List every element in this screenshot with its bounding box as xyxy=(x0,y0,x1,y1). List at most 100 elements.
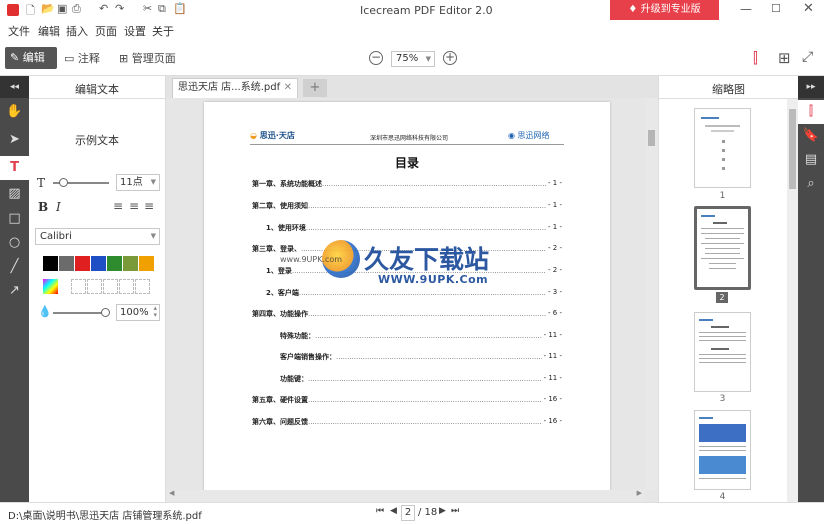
color-swatch[interactable] xyxy=(107,256,122,271)
new-file-icon[interactable]: 🗋 xyxy=(26,2,35,21)
text-tool-icon[interactable]: T xyxy=(0,156,29,180)
thumbnails-panel-icon[interactable]: ⫿ xyxy=(798,100,824,124)
color-swatch[interactable] xyxy=(59,256,74,271)
opacity-slider[interactable] xyxy=(53,308,110,317)
close-tab-icon[interactable]: ✕ xyxy=(284,79,292,97)
line-tool-icon[interactable]: ╱ xyxy=(0,255,29,279)
page-number-input[interactable]: 2 xyxy=(401,505,415,521)
opacity-stepper[interactable]: 100% ▴ ▾ xyxy=(116,304,160,321)
close-icon[interactable]: ✕ xyxy=(803,1,814,16)
slider-handle[interactable] xyxy=(101,308,110,317)
italic-button[interactable]: I xyxy=(56,200,61,214)
page-thumbnail[interactable] xyxy=(694,410,751,490)
first-page-icon[interactable]: ⏮ xyxy=(376,506,384,516)
collapse-left-icon[interactable]: ◂◂ xyxy=(0,76,29,98)
paste-icon[interactable]: 📋 xyxy=(173,2,187,15)
hand-tool-icon[interactable]: ✋ xyxy=(0,100,29,124)
toc-entry-label: 2、客户端 xyxy=(266,289,299,297)
print-icon[interactable]: ⎙ xyxy=(72,2,81,16)
prev-page-icon[interactable]: ◀ xyxy=(390,506,397,516)
bold-button[interactable]: B xyxy=(38,200,48,214)
scroll-thumb[interactable] xyxy=(789,109,796,189)
thumbnail-scrollbar[interactable] xyxy=(787,99,798,502)
page-thumbnail-selected[interactable] xyxy=(694,206,751,290)
color-swatch[interactable] xyxy=(43,256,58,271)
thumbnail-page-number: 4 xyxy=(719,492,726,502)
menu-file[interactable]: 文件 xyxy=(8,23,30,39)
menu-edit[interactable]: 编辑 xyxy=(38,23,60,39)
edit-mode-button[interactable]: ✎ 编辑 xyxy=(5,47,57,69)
font-family-select[interactable]: Calibri ▼ xyxy=(35,228,160,245)
manage-pages-label: 管理页面 xyxy=(131,52,176,65)
toc-entry-page: - 1 - xyxy=(546,201,562,209)
single-page-view-icon[interactable]: ⫿ xyxy=(753,49,758,67)
rectangle-tool-icon[interactable]: □ xyxy=(0,207,29,231)
custom-color-slot[interactable] xyxy=(135,279,150,294)
header-company: 深圳市思迅网络科技有限公司 xyxy=(370,135,449,142)
search-icon[interactable]: ⌕ xyxy=(798,172,824,196)
color-swatch[interactable] xyxy=(75,256,90,271)
font-size-slider[interactable] xyxy=(53,178,109,187)
stepper-arrows-icon[interactable]: ▴ ▾ xyxy=(153,305,157,319)
cut-icon[interactable]: ✂ xyxy=(143,2,152,15)
select-tool-icon[interactable]: ➤ xyxy=(0,128,29,152)
arrow-tool-icon[interactable]: ↗ xyxy=(0,279,29,303)
font-size-select[interactable]: 11点 ▼ xyxy=(116,174,160,191)
page-thumbnail[interactable] xyxy=(694,108,751,188)
color-swatch[interactable] xyxy=(139,256,154,271)
maximize-icon[interactable]: ☐ xyxy=(771,2,781,15)
new-tab-button[interactable]: + xyxy=(303,79,327,97)
menu-about[interactable]: 关于 xyxy=(152,23,174,39)
slider-handle[interactable] xyxy=(59,178,68,187)
horizontal-scrollbar[interactable]: ◀ ▶ xyxy=(166,489,645,502)
current-page-value: 2 xyxy=(404,507,412,518)
custom-color-slot[interactable] xyxy=(103,279,118,294)
open-folder-icon[interactable]: 📂 xyxy=(41,2,55,15)
manage-pages-button[interactable]: ⊞ 管理页面 xyxy=(119,50,176,66)
page-thumbnail[interactable] xyxy=(694,312,751,392)
multi-page-view-icon[interactable]: ⊞ xyxy=(778,49,791,67)
toc-entry: 客户端销售操作：................................… xyxy=(252,352,562,362)
align-left-icon[interactable]: ≡ xyxy=(113,199,123,213)
custom-color-slot[interactable] xyxy=(87,279,102,294)
bookmark-icon[interactable]: 🔖 xyxy=(798,124,824,148)
next-page-icon[interactable]: ▶ xyxy=(439,506,446,516)
left-tool-strip: ◂◂ ✋ ➤ T ▨ □ ○ ╱ ↗ xyxy=(0,76,29,502)
undo-icon[interactable]: ↶ xyxy=(99,2,108,15)
custom-color-slot[interactable] xyxy=(119,279,134,294)
collapse-right-icon[interactable]: ▸▸ xyxy=(798,76,824,98)
toc-entry: 特殊功能：...................................… xyxy=(252,331,562,341)
fullscreen-icon[interactable]: ⤢ xyxy=(802,49,813,65)
align-center-icon[interactable]: ≡ xyxy=(129,199,139,213)
save-icon[interactable]: ▣ xyxy=(57,2,67,15)
color-picker-icon[interactable] xyxy=(43,279,58,294)
annotate-mode-button[interactable]: ▭ 注释 xyxy=(64,50,100,66)
scroll-right-icon[interactable]: ▶ xyxy=(637,489,642,497)
last-page-icon[interactable]: ⏭ xyxy=(451,506,459,516)
color-swatch[interactable] xyxy=(123,256,138,271)
menu-settings[interactable]: 设置 xyxy=(124,23,146,39)
right-tool-strip: ▸▸ ⫿ 🔖 ▤ ⌕ xyxy=(798,76,824,502)
color-swatch[interactable] xyxy=(91,256,106,271)
zoom-select[interactable]: 75% ▼ xyxy=(391,51,435,67)
document-tab[interactable]: 思迅天店 店...系统.pdf ✕ xyxy=(172,78,298,98)
zoom-out-button[interactable]: − xyxy=(369,51,383,65)
zoom-in-button[interactable]: + xyxy=(443,51,457,65)
font-size-value: 11点 xyxy=(120,177,143,188)
scroll-left-icon[interactable]: ◀ xyxy=(169,489,174,497)
upgrade-button[interactable]: ♦ 升级到专业版 xyxy=(610,0,719,20)
copy-icon[interactable]: ⧉ xyxy=(158,2,166,16)
minimize-icon[interactable]: — xyxy=(740,2,752,16)
image-tool-icon[interactable]: ▨ xyxy=(0,182,29,206)
align-right-icon[interactable]: ≡ xyxy=(144,199,154,213)
redo-icon[interactable]: ↷ xyxy=(115,2,124,15)
document-viewport[interactable]: ◒ 思迅·天店 深圳市思迅网络科技有限公司 ◉ 思迅网络 目录 第一章、系统功能… xyxy=(166,98,658,502)
menu-page[interactable]: 页面 xyxy=(95,23,117,39)
custom-color-slot[interactable] xyxy=(71,279,86,294)
ellipse-tool-icon[interactable]: ○ xyxy=(0,231,29,255)
vertical-scrollbar[interactable] xyxy=(645,98,658,490)
toc-entry-label: 第五章、硬件设置 xyxy=(252,396,308,404)
scroll-thumb[interactable] xyxy=(648,130,655,146)
comments-icon[interactable]: ▤ xyxy=(798,148,824,172)
menu-insert[interactable]: 插入 xyxy=(66,23,88,39)
